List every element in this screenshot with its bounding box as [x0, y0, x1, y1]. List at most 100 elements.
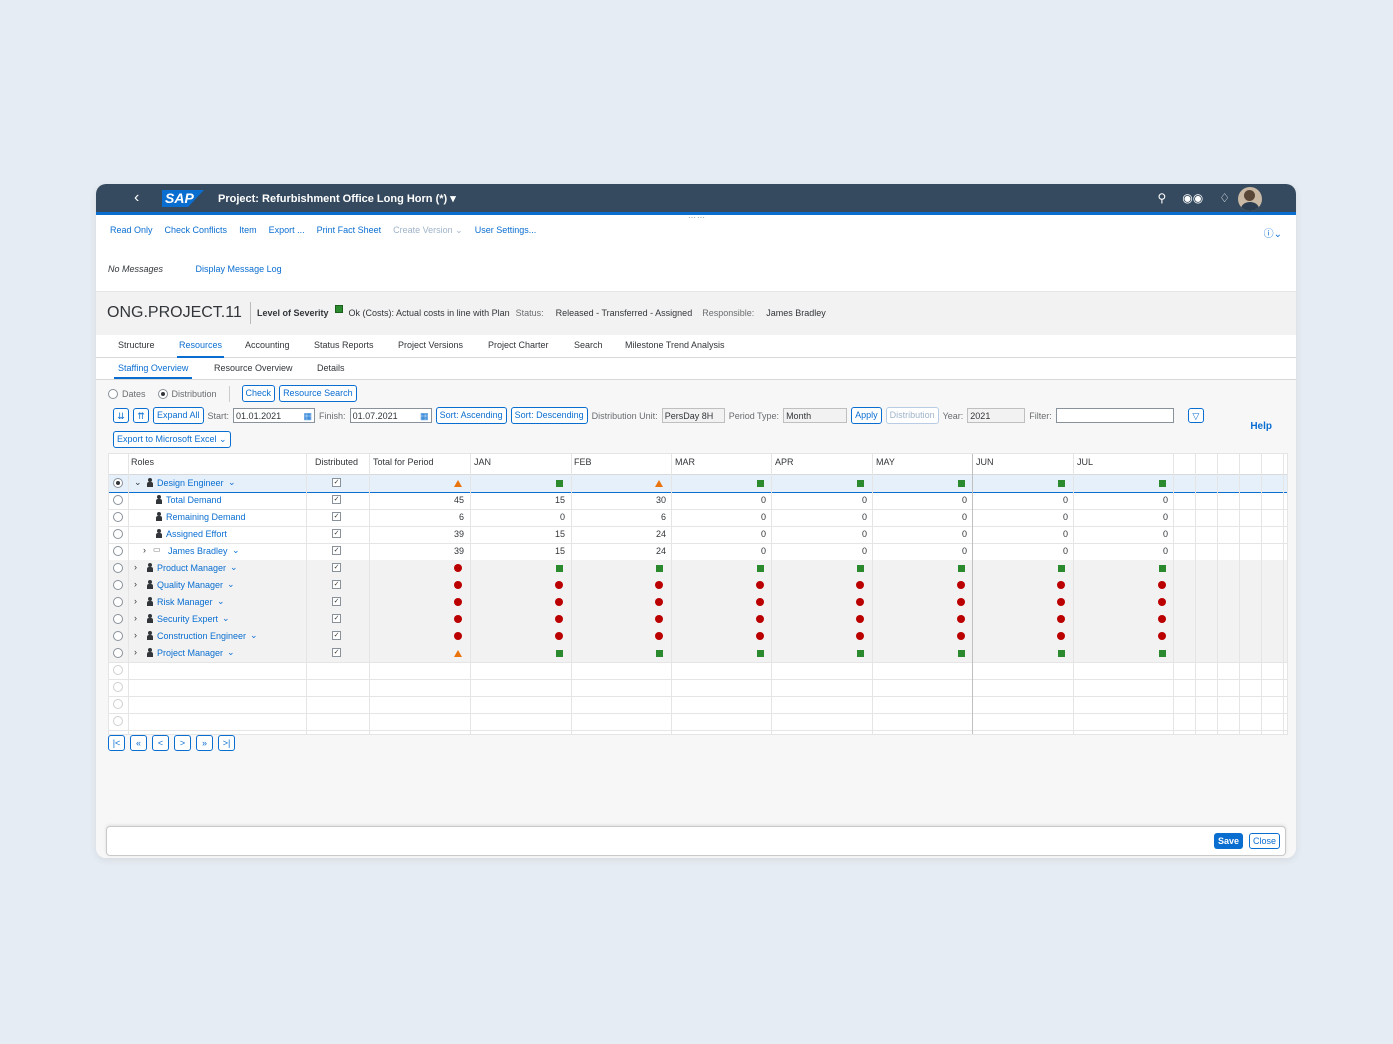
row-label[interactable]: Assigned Effort	[166, 529, 227, 539]
table-row[interactable]: › Security Expert ⌄ ✓	[109, 611, 1287, 629]
expand-all-button[interactable]: Expand All	[153, 407, 204, 424]
row-label[interactable]: Product Manager	[157, 563, 226, 573]
export-excel-button[interactable]: Export to Microsoft Excel ⌄	[113, 431, 231, 448]
row-menu-icon[interactable]: ⌄	[222, 613, 230, 624]
tab-search[interactable]: Search	[574, 340, 603, 350]
filter-input[interactable]	[1055, 408, 1174, 423]
row-label[interactable]: Total Demand	[166, 495, 222, 505]
sort-ascending-button[interactable]: Sort: Ascending	[435, 407, 507, 424]
distributed-checkbox[interactable]: ✓	[332, 631, 341, 640]
distributed-checkbox[interactable]: ✓	[332, 563, 341, 572]
table-row[interactable]: ⌄ Design Engineer ⌄ ✓	[109, 475, 1287, 493]
distributed-checkbox[interactable]: ✓	[332, 546, 341, 555]
row-label[interactable]: Project Manager	[157, 648, 223, 658]
col-apr[interactable]: APR	[775, 457, 794, 467]
table-row[interactable]: › Product Manager ⌄ ✓	[109, 560, 1287, 578]
table-row[interactable]: › Construction Engineer ⌄ ✓	[109, 628, 1287, 646]
row-select-radio[interactable]	[113, 614, 123, 624]
col-total[interactable]: Total for Period	[373, 457, 434, 467]
row-select-radio[interactable]	[113, 546, 123, 556]
distributed-checkbox[interactable]: ✓	[332, 597, 341, 606]
table-row[interactable]: Total Demand ✓ 45 15 30 0 0 0 0 0	[109, 492, 1287, 510]
expand-icon[interactable]: ›	[143, 545, 146, 555]
distributed-checkbox[interactable]: ✓	[332, 478, 341, 487]
page-down-icon[interactable]: »	[196, 735, 213, 751]
row-select-radio[interactable]	[113, 631, 123, 641]
row-label[interactable]: Quality Manager	[157, 580, 223, 590]
row-label[interactable]: Design Engineer	[157, 478, 224, 488]
next-icon[interactable]: >	[174, 735, 191, 751]
tab-project-charter[interactable]: Project Charter	[488, 340, 549, 350]
page-up-icon[interactable]: «	[130, 735, 147, 751]
col-distributed[interactable]: Distributed	[315, 457, 358, 467]
export-button[interactable]: Export ...	[269, 225, 305, 236]
help-link[interactable]: Help	[1250, 421, 1272, 432]
row-label[interactable]: James Bradley	[168, 546, 228, 556]
row-label[interactable]: Construction Engineer	[157, 631, 246, 641]
distribution-unit-field[interactable]: PersDay 8H	[661, 408, 725, 423]
expand-icon[interactable]: ›	[134, 647, 137, 657]
close-button[interactable]: Close	[1248, 833, 1280, 849]
col-mar[interactable]: MAR	[675, 457, 695, 467]
back-icon[interactable]: ‹	[134, 189, 139, 207]
tab-project-versions[interactable]: Project Versions	[398, 340, 463, 350]
tab-resources[interactable]: Resources	[179, 340, 222, 350]
search-icon[interactable]: ⚲	[1157, 191, 1166, 205]
table-row[interactable]: › ▭ James Bradley ⌄ ✓ 39 15 24 0 0 0 0 0	[109, 543, 1287, 561]
apply-button[interactable]: Apply	[851, 407, 882, 424]
row-menu-icon[interactable]: ⌄	[227, 647, 235, 658]
row-label[interactable]: Risk Manager	[157, 597, 213, 607]
start-date-input[interactable]: 01.01.2021 ▦	[233, 408, 316, 424]
table-row[interactable]: › Quality Manager ⌄ ✓	[109, 577, 1287, 595]
tab-milestone-trend-analysis[interactable]: Milestone Trend Analysis	[625, 340, 725, 350]
binoculars-icon[interactable]: ◉◉	[1182, 191, 1203, 205]
row-menu-icon[interactable]: ⌄	[232, 545, 240, 556]
resource-search-button[interactable]: Resource Search	[279, 385, 357, 402]
user-settings-button[interactable]: User Settings...	[475, 225, 537, 236]
sort-descending-button[interactable]: Sort: Descending	[510, 407, 588, 424]
collapse-icon[interactable]: ⌄	[134, 477, 142, 488]
read-only-button[interactable]: Read Only	[110, 225, 153, 236]
row-label[interactable]: Security Expert	[157, 614, 218, 624]
check-button[interactable]: Check	[241, 385, 276, 402]
distributed-checkbox[interactable]: ✓	[332, 495, 341, 504]
first-page-icon[interactable]: |<	[108, 735, 125, 751]
item-button[interactable]: Item	[239, 225, 257, 236]
col-may[interactable]: MAY	[876, 457, 895, 467]
expand-up-icon[interactable]: ⇈	[133, 408, 149, 423]
row-label[interactable]: Remaining Demand	[166, 512, 246, 522]
period-type-field[interactable]: Month	[783, 408, 848, 423]
calendar-icon[interactable]: ▦	[304, 409, 313, 424]
col-jun[interactable]: JUN	[976, 457, 994, 467]
sap-logo[interactable]: SAP	[162, 190, 204, 207]
app-title[interactable]: Project: Refurbishment Office Long Horn …	[218, 192, 456, 205]
print-fact-sheet-button[interactable]: Print Fact Sheet	[317, 225, 382, 236]
col-jul[interactable]: JUL	[1077, 457, 1093, 467]
display-message-log-link[interactable]: Display Message Log	[196, 264, 282, 274]
collapse-all-icon[interactable]: ⇊	[113, 408, 129, 423]
avatar[interactable]	[1238, 187, 1262, 211]
row-select-radio[interactable]	[113, 495, 123, 505]
row-select-radio[interactable]	[113, 580, 123, 590]
check-conflicts-button[interactable]: Check Conflicts	[165, 225, 228, 236]
distribution-radio[interactable]	[157, 388, 168, 399]
save-button[interactable]: Save	[1213, 833, 1243, 849]
row-menu-icon[interactable]: ⌄	[228, 477, 236, 488]
last-page-icon[interactable]: >|	[218, 735, 235, 751]
row-select-radio[interactable]	[113, 563, 123, 573]
distributed-checkbox[interactable]: ✓	[332, 512, 341, 521]
col-feb[interactable]: FEB	[574, 457, 592, 467]
row-select-radio[interactable]	[113, 648, 123, 658]
distributed-checkbox[interactable]: ✓	[332, 648, 341, 657]
row-menu-icon[interactable]: ⌄	[227, 579, 235, 590]
expand-icon[interactable]: ›	[134, 630, 137, 640]
subtab-details[interactable]: Details	[317, 363, 345, 373]
col-jan[interactable]: JAN	[474, 457, 491, 467]
calendar-icon[interactable]: ▦	[420, 409, 429, 424]
expand-icon[interactable]: ›	[134, 579, 137, 589]
help-menu-icon[interactable]: ⓘ⌄	[1264, 225, 1282, 240]
table-row[interactable]: › Risk Manager ⌄ ✓	[109, 594, 1287, 612]
finish-date-input[interactable]: 01.07.2021 ▦	[349, 408, 432, 424]
row-select-radio[interactable]	[113, 597, 123, 607]
table-row[interactable]: Assigned Effort ✓ 39 15 24 0 0 0 0 0	[109, 526, 1287, 544]
